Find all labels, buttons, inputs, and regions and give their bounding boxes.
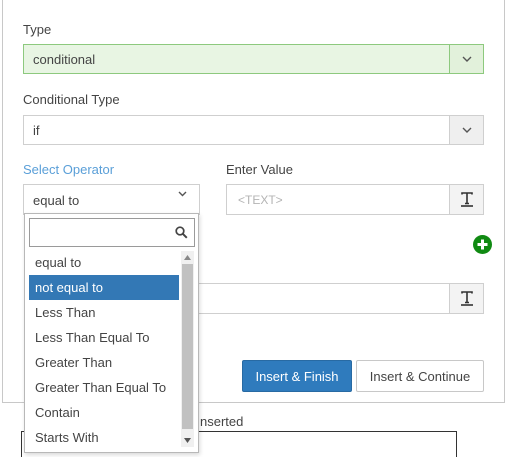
text-format-icon xyxy=(460,291,473,306)
text-format-button[interactable] xyxy=(449,284,483,313)
type-select[interactable]: conditional xyxy=(23,44,484,74)
conditional-type-select[interactable]: if xyxy=(23,115,484,145)
operator-option-contain[interactable]: Contain xyxy=(29,400,179,425)
operator-option-greater-than-equal-to[interactable]: Greater Than Equal To xyxy=(29,375,179,400)
operator-option-less-than-equal-to[interactable]: Less Than Equal To xyxy=(29,325,179,350)
scroll-up-icon[interactable] xyxy=(184,255,191,260)
select-operator-label: Select Operator xyxy=(23,162,115,177)
operator-select-value: equal to xyxy=(33,193,80,208)
type-select-toggle[interactable] xyxy=(449,45,483,73)
add-condition-button[interactable] xyxy=(473,235,492,254)
insert-continue-button[interactable]: Insert & Continue xyxy=(356,360,484,392)
enter-value-label: Enter Value xyxy=(226,162,293,177)
conditional-type-value: if xyxy=(33,123,40,138)
operator-dropdown: equal to not equal to Less Than Less Tha… xyxy=(24,213,199,453)
text-format-button[interactable] xyxy=(449,185,483,214)
operator-option-less-than[interactable]: Less Than xyxy=(29,300,179,325)
enter-value-field[interactable]: <TEXT> xyxy=(226,184,484,215)
inserted-label: nserted xyxy=(200,414,244,429)
operator-select[interactable]: equal to xyxy=(23,184,200,215)
conditional-type-label: Conditional Type xyxy=(23,92,120,107)
operator-option-starts-with[interactable]: Starts With xyxy=(29,425,179,450)
type-label: Type xyxy=(23,22,52,37)
operator-option-greater-than[interactable]: Greater Than xyxy=(29,350,179,375)
enter-value-placeholder: <TEXT> xyxy=(238,193,283,207)
type-select-value: conditional xyxy=(33,52,96,67)
chevron-down-icon xyxy=(462,127,471,133)
dropdown-scrollbar[interactable] xyxy=(181,251,194,447)
operator-search-input[interactable] xyxy=(29,218,195,247)
search-icon xyxy=(175,226,188,239)
insert-finish-button[interactable]: Insert & Finish xyxy=(242,360,352,392)
conditional-type-toggle[interactable] xyxy=(449,116,483,144)
plus-circle-icon xyxy=(477,239,488,250)
second-value-field[interactable] xyxy=(160,283,484,314)
text-format-icon xyxy=(460,192,473,207)
chevron-down-icon xyxy=(178,191,187,197)
operator-option-equal-to[interactable]: equal to xyxy=(29,250,179,275)
operator-option-not-equal-to[interactable]: not equal to xyxy=(29,275,179,300)
chevron-down-icon xyxy=(462,56,471,62)
scroll-down-icon[interactable] xyxy=(184,438,191,443)
dropdown-scroll-thumb[interactable] xyxy=(182,264,193,429)
